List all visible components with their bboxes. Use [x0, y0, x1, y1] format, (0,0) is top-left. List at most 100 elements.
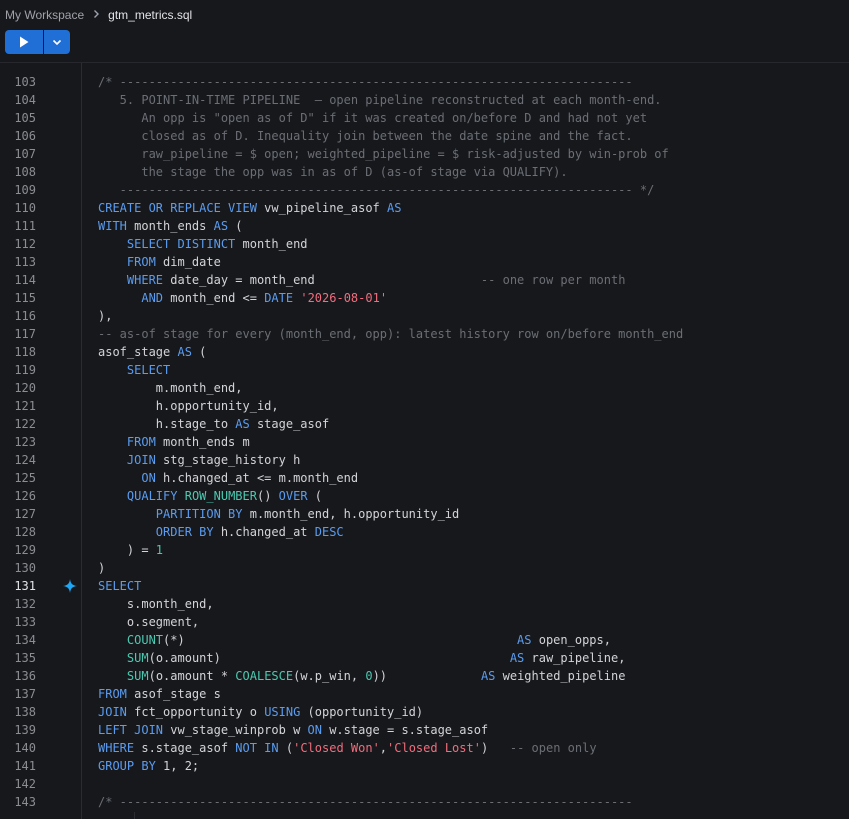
code-line[interactable]: 120 m.month_end,: [0, 379, 849, 397]
code-token-kw: QUALIFY: [126, 489, 178, 503]
code-token-id: ,: [379, 741, 388, 755]
code-token-id: [98, 273, 127, 287]
code-line[interactable]: 118 asof_stage AS (: [0, 343, 849, 361]
code-line[interactable]: 141 GROUP BY 1, 2;: [0, 757, 849, 775]
code-token-id: vw_pipeline_asof: [256, 201, 387, 215]
code-line[interactable]: 134 COUNT(*) AS open_opps,: [0, 631, 849, 649]
code-line[interactable]: 117 -- as-of stage for every (month_end, …: [0, 325, 849, 343]
code-line[interactable]: 110 CREATE OR REPLACE VIEW vw_pipeline_as…: [0, 199, 849, 217]
code-line[interactable]: 111 WITH month_ends AS (: [0, 217, 849, 235]
line-number: 104: [14, 93, 36, 107]
breadcrumb-workspace[interactable]: My Workspace: [5, 8, 84, 22]
line-number: 129: [14, 543, 36, 557]
code-token-kw: CREATE OR REPLACE VIEW: [98, 201, 257, 215]
code-line[interactable]: 127 PARTITION BY m.month_end, h.opportun…: [0, 505, 849, 523]
code-token-kw: DATE: [264, 291, 294, 305]
code-line[interactable]: 130): [0, 559, 849, 577]
code-token-cm: closed as of D. Inequality join between …: [98, 129, 633, 143]
code-token-id: s.month_end,: [98, 597, 214, 611]
code-token-num: 0: [365, 669, 373, 683]
code-token-id: asof_stage s: [126, 687, 221, 701]
code-token-id: o.segment,: [98, 615, 200, 629]
code-text: WITH month_ends AS (: [98, 217, 243, 235]
code-line[interactable]: 108 the stage the opp was in as of D (as…: [0, 163, 849, 181]
code-line[interactable]: 135 SUM(o.amount) AS raw_pipeline,: [0, 649, 849, 667]
code-line[interactable]: 131 SELECT: [0, 577, 849, 595]
code-line[interactable]: 107 raw_pipeline = $ open; weighted_pipe…: [0, 145, 849, 163]
line-number: 127: [14, 507, 36, 521]
code-text: raw_pipeline = $ open; weighted_pipeline…: [98, 145, 668, 163]
code-token-id: dim_date: [155, 255, 221, 269]
code-line[interactable]: 140 WHERE s.stage_asof NOT IN ('Closed Wo…: [0, 739, 849, 757]
code-line[interactable]: 128 ORDER BY h.changed_at DESC: [0, 523, 849, 541]
code-line[interactable]: 122 h.stage_to AS stage_asof: [0, 415, 849, 433]
code-token-kw: WHERE: [126, 273, 164, 287]
code-token-kw: NOT IN: [235, 741, 279, 755]
code-line[interactable]: 109 ------------------------------------…: [0, 181, 849, 199]
code-line[interactable]: 137 FROM asof_stage s: [0, 685, 849, 703]
code-editor[interactable]: 103 /* ----------------------------------…: [0, 62, 849, 819]
code-text: SELECT: [98, 577, 141, 595]
code-line[interactable]: 125 ON h.changed_at <= m.month_end: [0, 469, 849, 487]
code-token-id: (: [228, 219, 243, 233]
code-token-cm: /* -------------------------------------…: [98, 795, 633, 809]
code-line[interactable]: 129 ) = 1: [0, 541, 849, 559]
code-line[interactable]: 143 /* ----------------------------------…: [0, 793, 849, 811]
code-text: JOIN fct_opportunity o USING (opportunit…: [98, 703, 423, 721]
code-token-id: w.stage = s.stage_asof: [321, 723, 489, 737]
code-line[interactable]: 142: [0, 775, 849, 793]
code-line[interactable]: 115 AND month_end <= DATE '2026-08-01': [0, 289, 849, 307]
code-token-cm: -- as-of stage for every (month_end, opp…: [98, 327, 684, 341]
code-token-kw: SELECT: [126, 363, 171, 377]
code-line[interactable]: 104 5. POINT-IN-TIME PIPELINE — open pip…: [0, 91, 849, 109]
code-line[interactable]: 139 LEFT JOIN vw_stage_winprob w ON w.sta…: [0, 721, 849, 739]
code-line[interactable]: 119 SELECT: [0, 361, 849, 379]
code-line[interactable]: 124 JOIN stg_stage_history h: [0, 451, 849, 469]
code-line[interactable]: 138 JOIN fct_opportunity o USING (opportu…: [0, 703, 849, 721]
code-token-id: [98, 507, 156, 521]
code-token-id: s.stage_asof: [134, 741, 236, 755]
line-number: 106: [14, 129, 36, 143]
code-token-id: [98, 471, 141, 485]
code-text: SELECT: [98, 361, 170, 379]
code-line[interactable]: 132 s.month_end,: [0, 595, 849, 613]
breadcrumb-file[interactable]: gtm_metrics.sql: [108, 8, 192, 22]
code-line[interactable]: 114 WHERE date_day = month_end -- one ro…: [0, 271, 849, 289]
code-line[interactable]: 113 FROM dim_date: [0, 253, 849, 271]
line-number: 128: [14, 525, 36, 539]
code-line[interactable]: 116),: [0, 307, 849, 325]
code-token-cm: -- open only: [509, 741, 597, 755]
code-token-id: ),: [98, 309, 113, 323]
run-options-button[interactable]: [44, 30, 70, 54]
code-token-id: (o.amount): [148, 651, 510, 665]
code-line[interactable]: 123 FROM month_ends m: [0, 433, 849, 451]
code-token-id: ): [480, 741, 510, 755]
line-number: 120: [14, 381, 36, 395]
code-line[interactable]: 103 /* ----------------------------------…: [0, 73, 849, 91]
code-token-id: [98, 363, 127, 377]
code-token-id: ) =: [98, 543, 156, 557]
code-token-kw: JOIN: [98, 705, 127, 719]
line-number: 118: [14, 345, 36, 359]
run-button[interactable]: [5, 30, 43, 54]
code-text: the stage the opp was in as of D (as-of …: [98, 163, 567, 181]
code-token-kw: AS: [517, 633, 532, 647]
code-text: QUALIFY ROW_NUMBER() OVER (: [98, 487, 322, 505]
sparkle-icon[interactable]: [63, 579, 77, 593]
code-line[interactable]: 133 o.segment,: [0, 613, 849, 631]
line-number: 109: [14, 183, 36, 197]
line-number: 132: [14, 597, 36, 611]
code-line[interactable]: 126 QUALIFY ROW_NUMBER() OVER (: [0, 487, 849, 505]
code-line[interactable]: 106 closed as of D. Inequality join betw…: [0, 127, 849, 145]
code-line[interactable]: 121 h.opportunity_id,: [0, 397, 849, 415]
code-line[interactable]: 112 SELECT DISTINCT month_end: [0, 235, 849, 253]
line-number: 131: [14, 579, 36, 593]
code-token-kw: GROUP BY: [98, 759, 156, 773]
line-number: 117: [14, 327, 36, 341]
code-line[interactable]: 136 SUM(o.amount * COALESCE(w.p_win, 0))…: [0, 667, 849, 685]
code-token-id: [98, 525, 156, 539]
breadcrumb: My Workspace gtm_metrics.sql: [5, 8, 192, 22]
code-text: 5. POINT-IN-TIME PIPELINE — open pipelin…: [98, 91, 662, 109]
code-line[interactable]: 105 An opp is "open as of D" if it was c…: [0, 109, 849, 127]
code-token-id: open_opps,: [531, 633, 611, 647]
